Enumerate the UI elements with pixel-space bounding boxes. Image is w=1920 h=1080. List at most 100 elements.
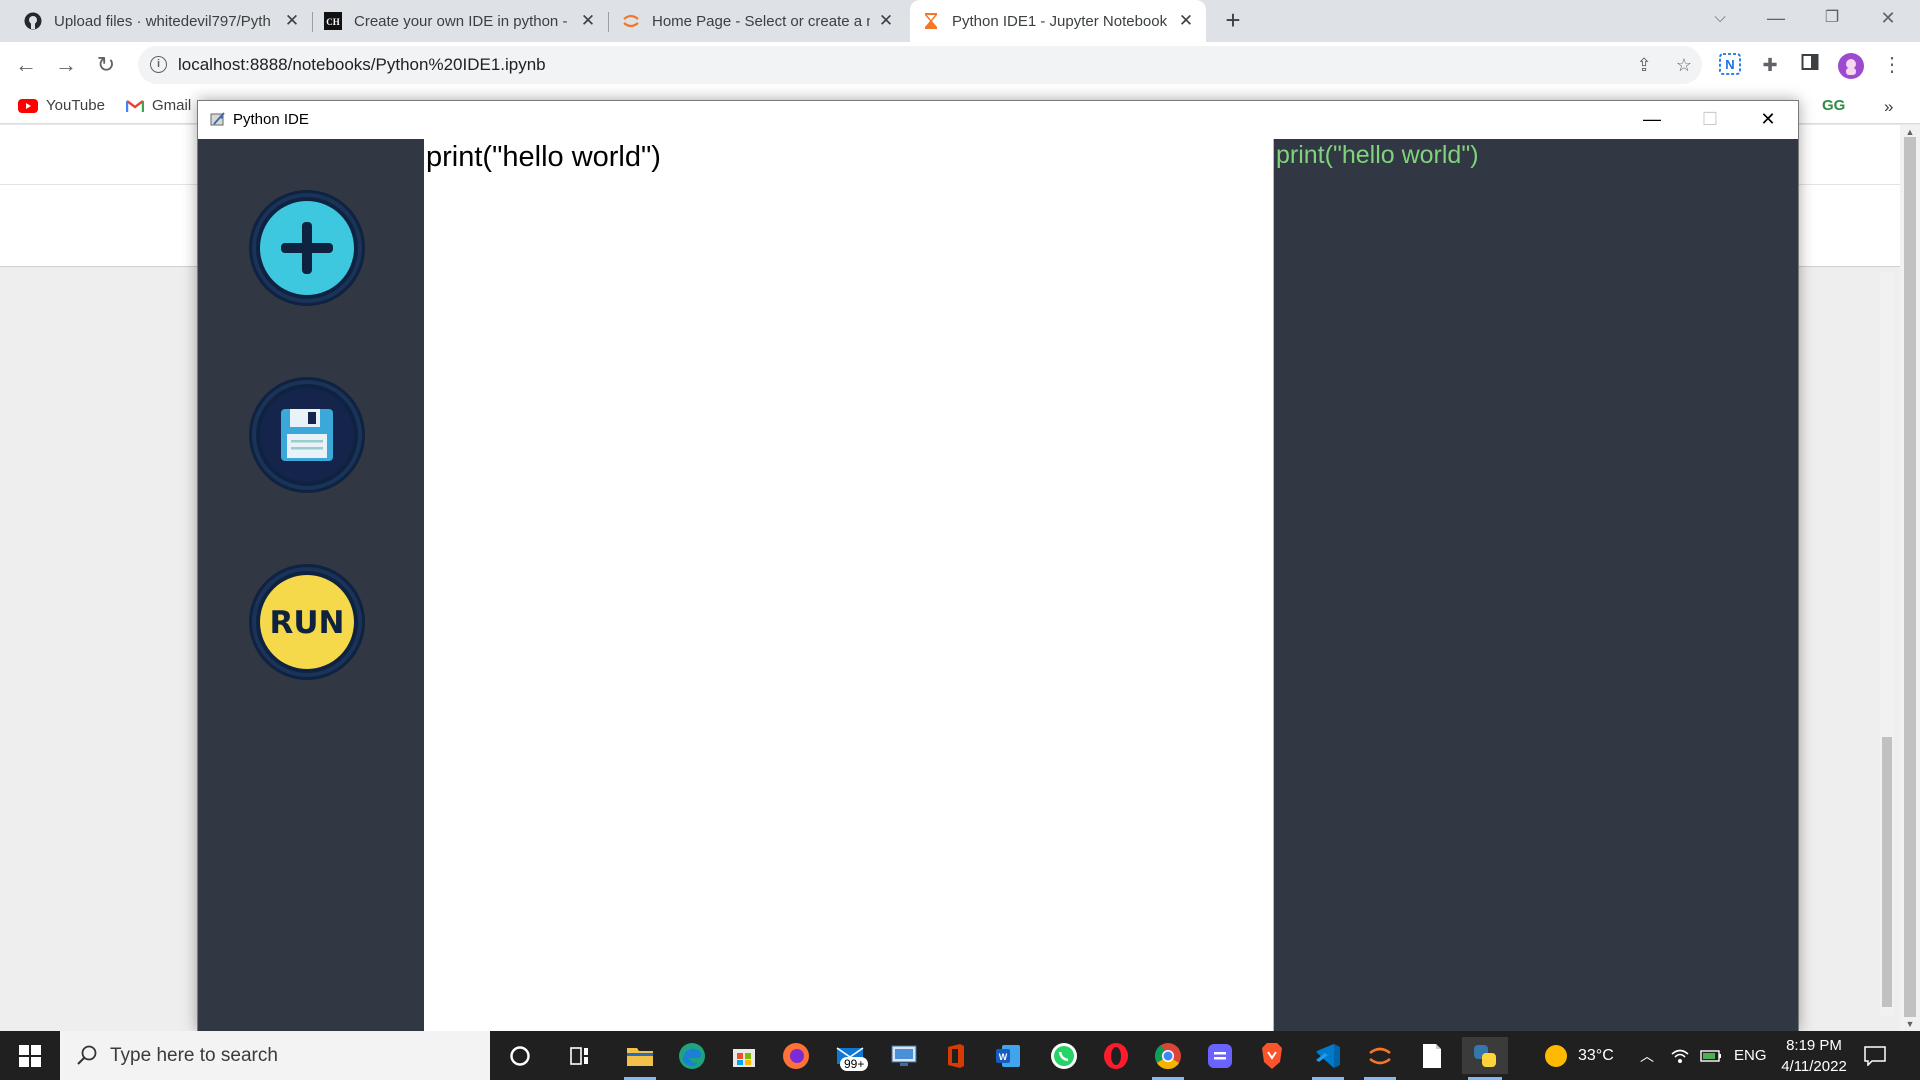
search-placeholder: Type here to search xyxy=(110,1045,278,1066)
address-bar[interactable]: i localhost:8888/notebooks/Python%20IDE1… xyxy=(138,46,1702,84)
scrollbar-thumb[interactable] xyxy=(1904,137,1916,1017)
geeksforgeeks-bookmark-icon[interactable]: GG xyxy=(1822,97,1845,114)
word-icon[interactable]: W xyxy=(988,1037,1028,1074)
url-text: localhost:8888/notebooks/Python%20IDE1.i… xyxy=(178,55,546,74)
browser-tab-bar: Upload files · whitedevil797/Pyth ✕ CH C… xyxy=(0,0,1920,42)
mail-icon[interactable]: 99+ xyxy=(830,1037,870,1074)
page-scrollbar[interactable]: ▲ ▼ xyxy=(1900,125,1920,1031)
bookmark-label: YouTube xyxy=(46,97,105,114)
cortana-icon[interactable] xyxy=(500,1037,540,1074)
notification-center-icon[interactable] xyxy=(1864,1031,1886,1080)
tab-label: Upload files · whitedevil797/Pyth xyxy=(54,12,271,30)
vscode-icon[interactable] xyxy=(1308,1037,1348,1080)
bookmark-gmail[interactable]: Gmail xyxy=(126,97,191,114)
forward-arrow-icon[interactable]: → xyxy=(52,51,80,79)
task-view-icon[interactable] xyxy=(560,1037,600,1074)
bookmarks-overflow-icon[interactable]: » xyxy=(1884,97,1893,117)
scroll-up-icon[interactable]: ▲ xyxy=(1905,127,1915,137)
share-icon[interactable]: ⇪ xyxy=(1632,53,1656,77)
notebook-scrollbar[interactable] xyxy=(1880,272,1894,1016)
tab-divider xyxy=(608,12,609,32)
close-tab-icon[interactable]: ✕ xyxy=(284,11,300,31)
bookmark-star-icon[interactable]: ☆ xyxy=(1672,53,1696,77)
tab-upload-files[interactable]: Upload files · whitedevil797/Pyth ✕ xyxy=(12,0,312,42)
wifi-icon[interactable] xyxy=(1670,1031,1690,1080)
reload-icon[interactable]: ↻ xyxy=(92,51,120,79)
close-browser-icon[interactable]: ✕ xyxy=(1864,0,1912,38)
tab-label: Python IDE1 - Jupyter Notebook xyxy=(952,12,1168,30)
start-button[interactable] xyxy=(0,1031,60,1080)
ide-window-title: Python IDE xyxy=(233,111,309,128)
tab-search-chevron-icon[interactable]: ⌵ xyxy=(1696,0,1744,38)
mail-badge: 99+ xyxy=(840,1057,869,1071)
side-panel-icon[interactable] xyxy=(1798,53,1822,77)
restore-browser-icon[interactable]: ❐ xyxy=(1808,0,1856,38)
file-explorer-icon[interactable] xyxy=(620,1037,660,1080)
browser-toolbar: ← → ↻ i localhost:8888/notebooks/Python%… xyxy=(0,42,1920,88)
python-tk-icon[interactable] xyxy=(1462,1037,1508,1080)
ch-icon: CH xyxy=(324,12,342,30)
tray-chevron-icon[interactable]: ︿ xyxy=(1640,1031,1654,1080)
notepad-icon[interactable] xyxy=(1412,1037,1452,1074)
svg-text:N: N xyxy=(1725,57,1734,72)
windows-taskbar: Type here to search 99+ W 33°C ︿ ENG 8:1… xyxy=(0,1031,1920,1080)
ide-minimize-icon[interactable]: — xyxy=(1623,101,1681,139)
whatsapp-icon[interactable] xyxy=(1044,1037,1084,1074)
edge-icon[interactable] xyxy=(672,1037,712,1074)
jupyter-taskbar-icon[interactable] xyxy=(1360,1037,1400,1080)
windows-logo-icon xyxy=(19,1044,41,1067)
remote-desktop-icon[interactable] xyxy=(884,1037,924,1074)
code-editor[interactable]: print("hello world") xyxy=(424,139,1274,1031)
weather-widget[interactable]: 33°C xyxy=(1544,1031,1614,1080)
profile-avatar-icon[interactable] xyxy=(1838,53,1864,79)
close-tab-icon[interactable]: ✕ xyxy=(580,11,596,31)
extensions-puzzle-icon[interactable]: ✚ xyxy=(1758,53,1782,77)
ide-close-icon[interactable]: ✕ xyxy=(1739,101,1797,139)
plus-icon xyxy=(249,190,365,306)
scrollbar-thumb[interactable] xyxy=(1882,737,1892,1007)
tab-label: Create your own IDE in python - xyxy=(354,12,568,30)
microsoft-store-icon[interactable] xyxy=(724,1037,764,1074)
firefox-icon[interactable] xyxy=(776,1037,816,1074)
opera-icon[interactable] xyxy=(1096,1037,1136,1074)
tab-create-ide[interactable]: CH Create your own IDE in python - ✕ xyxy=(312,0,608,42)
youtube-icon xyxy=(18,98,38,113)
language-indicator[interactable]: ENG xyxy=(1734,1031,1767,1080)
ide-sidebar: RUN xyxy=(198,139,424,1031)
python-ide-window: Python IDE — ☐ ✕ RUN print("hello world"… xyxy=(197,100,1799,1031)
new-tab-button[interactable]: + xyxy=(1218,6,1248,36)
new-file-button[interactable] xyxy=(248,189,366,307)
brave-icon[interactable] xyxy=(1252,1037,1292,1074)
svg-text:W: W xyxy=(999,1052,1008,1062)
office-icon[interactable] xyxy=(936,1037,976,1074)
save-file-button[interactable] xyxy=(248,376,366,494)
extension-n-icon[interactable]: N xyxy=(1718,53,1742,77)
taskbar-search-box[interactable]: Type here to search xyxy=(60,1031,490,1080)
clock-time: 8:19 PM xyxy=(1786,1036,1842,1054)
floppy-disk-icon xyxy=(249,377,365,493)
run-button-label: RUN xyxy=(269,605,345,641)
close-tab-icon[interactable]: ✕ xyxy=(1178,11,1194,31)
bookmark-youtube[interactable]: YouTube xyxy=(18,97,105,114)
battery-icon[interactable] xyxy=(1700,1031,1722,1080)
bookmark-label: Gmail xyxy=(152,97,192,114)
run-button[interactable]: RUN xyxy=(248,563,366,681)
output-text: print("hello world") xyxy=(1276,141,1479,169)
close-tab-icon[interactable]: ✕ xyxy=(878,11,894,31)
output-console[interactable]: print("hello world") xyxy=(1274,139,1798,1031)
chrome-icon[interactable] xyxy=(1148,1037,1188,1080)
github-icon xyxy=(24,12,42,30)
clock[interactable]: 8:19 PM 4/11/2022 xyxy=(1774,1031,1854,1080)
notes-app-icon[interactable] xyxy=(1200,1037,1240,1074)
tab-python-ide1[interactable]: Python IDE1 - Jupyter Notebook ✕ xyxy=(910,0,1206,42)
chrome-menu-icon[interactable]: ⋮ xyxy=(1880,53,1904,77)
tab-home-page[interactable]: Home Page - Select or create a n ✕ xyxy=(610,0,906,42)
ide-title-bar: Python IDE — ☐ ✕ xyxy=(198,101,1798,139)
site-info-icon[interactable]: i xyxy=(150,56,167,73)
minimize-browser-icon[interactable]: — xyxy=(1752,0,1800,38)
ide-maximize-icon: ☐ xyxy=(1701,109,1719,129)
back-arrow-icon[interactable]: ← xyxy=(12,51,40,79)
search-icon xyxy=(77,1045,97,1065)
scroll-down-icon[interactable]: ▼ xyxy=(1905,1019,1915,1029)
jupyter-icon xyxy=(622,12,640,30)
